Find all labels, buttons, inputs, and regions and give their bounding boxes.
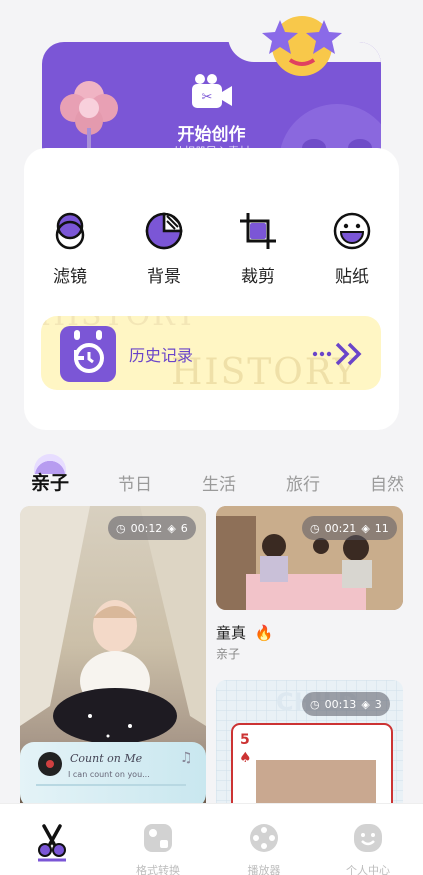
music-line: I can count on you... [68, 770, 150, 779]
tab-nature[interactable]: 自然 [370, 470, 404, 495]
film-reel-icon [250, 824, 278, 852]
nav-player[interactable]: 播放器 [224, 822, 304, 875]
tool-filter[interactable]: 滤镜 [30, 210, 110, 287]
arrow-right-icon [312, 342, 362, 366]
card-number: 5 [240, 732, 250, 748]
nav-label: 格式转换 [136, 864, 180, 875]
format-convert-icon [144, 824, 172, 852]
layers-count: 11 [374, 521, 389, 535]
template-card-child[interactable]: CHILD 5 ♠ ◷ 00:13 ◈ 3 [216, 680, 403, 816]
tab-life[interactable]: 生活 [202, 470, 236, 495]
tool-label: 贴纸 [335, 267, 369, 287]
vinyl-icon [38, 752, 62, 776]
tool-label: 裁剪 [241, 267, 275, 287]
layers-count: 6 [180, 521, 188, 535]
tools-card: 滤镜 背景 裁剪 贴纸 HISTORY 历史记录 [24, 148, 399, 430]
sticker-icon [333, 212, 371, 250]
duration-pill: ◷ 00:21 ◈ 11 [302, 516, 397, 540]
nav-label: 个人中心 [346, 864, 390, 875]
spade-icon: ♠ [239, 750, 252, 766]
music-widget: Count on Me I can count on you... ♫ [20, 742, 206, 808]
scissors-icon [38, 824, 66, 862]
crop-icon [240, 213, 276, 249]
video-camera-icon: ✂ [192, 74, 232, 108]
tab-festival[interactable]: 节日 [118, 470, 152, 495]
template-title: 童真 🔥 [216, 622, 273, 643]
tool-label: 滤镜 [53, 267, 87, 287]
duration-pill: ◷ 00:12 ◈ 6 [108, 516, 196, 540]
clock-icon: ◷ [310, 697, 320, 711]
history-label: 历史记录 [129, 346, 194, 365]
layers-icon: ◈ [167, 521, 176, 535]
template-tag: 亲子 [216, 647, 241, 661]
category-tabs: 亲子 节日 生活 旅行 自然 [0, 462, 423, 502]
background-icon [145, 212, 183, 250]
template-title-text: 童真 [216, 624, 247, 642]
tool-crop[interactable]: 裁剪 [218, 210, 298, 287]
clock-icon: ◷ [116, 521, 126, 535]
layers-icon: ◈ [361, 697, 370, 711]
layers-count: 3 [374, 697, 382, 711]
duration-pill: ◷ 00:13 ◈ 3 [302, 692, 390, 716]
nav-format-convert[interactable]: 格式转换 [118, 822, 198, 875]
template-card-kids[interactable]: ◷ 00:21 ◈ 11 [216, 506, 403, 610]
bottom-nav: 格式转换 播放器 个人中心 [0, 803, 423, 875]
duration-text: 00:13 [324, 697, 357, 711]
nav-profile[interactable]: 个人中心 [328, 822, 408, 875]
star-emoji-icon [262, 16, 342, 76]
profile-face-icon [354, 824, 382, 852]
history-banner[interactable]: HISTORY HISTORY 历史记录 [41, 316, 381, 390]
tab-travel[interactable]: 旅行 [286, 470, 320, 495]
filter-icon [55, 212, 85, 250]
duration-text: 00:12 [130, 521, 163, 535]
fire-icon: 🔥 [254, 624, 274, 642]
nav-create[interactable] [12, 822, 92, 870]
svg-text:✂: ✂ [202, 90, 213, 105]
tool-label: 背景 [147, 267, 181, 287]
tool-background[interactable]: 背景 [124, 210, 204, 287]
tool-sticker[interactable]: 贴纸 [312, 210, 392, 287]
layers-icon: ◈ [361, 521, 370, 535]
music-progress [36, 784, 186, 786]
duration-text: 00:21 [324, 521, 357, 535]
music-note-icon: ♫ [180, 750, 193, 766]
clock-icon: ◷ [310, 521, 320, 535]
nav-label: 播放器 [247, 864, 281, 875]
music-title: Count on Me [70, 752, 143, 765]
history-calendar-icon [60, 326, 116, 382]
tab-parent-child[interactable]: 亲子 [31, 468, 69, 495]
